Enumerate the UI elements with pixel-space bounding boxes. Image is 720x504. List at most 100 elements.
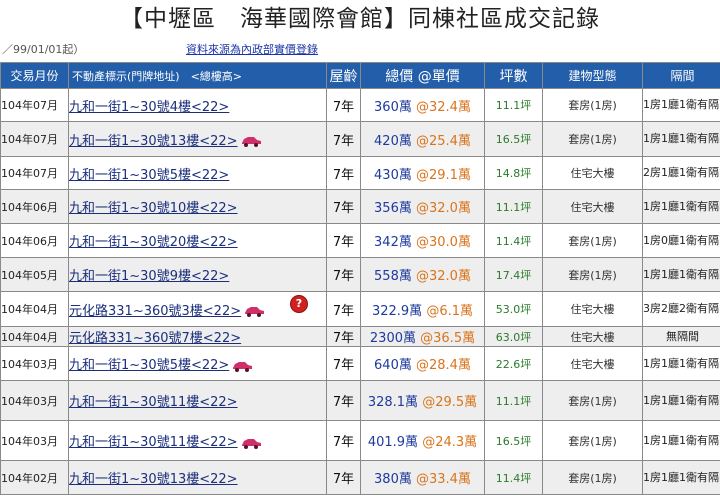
- table-row: 104年04月 元化路331~360號3樓<22>? 7年 322.9萬 @6.1萬 5…: [0, 291, 720, 327]
- total-price: 342萬: [374, 235, 412, 250]
- col-type[interactable]: 建物型態: [542, 62, 643, 89]
- cell-address: 元化路331~360號3樓<22>?: [68, 291, 327, 327]
- cell-building-type: 住宅大樓: [542, 291, 643, 327]
- cell-age: 7年: [326, 380, 361, 421]
- col-date[interactable]: 交易月份: [0, 62, 69, 89]
- cell-date: 104年06月: [0, 189, 69, 224]
- table-row: 104年03月 九和一街1~30號11樓<22> 7年 328.1萬 @29.5萬 11…: [0, 380, 720, 421]
- cell-date: 104年03月: [0, 420, 69, 461]
- cell-ping: 11.1坪: [484, 88, 543, 122]
- car-icon[interactable]: [240, 135, 262, 147]
- table-row: 104年07月 九和一街1~30號5樓<22> 7年 430萬 @29.1萬 14.8坪…: [0, 156, 720, 190]
- cell-ping: 11.4坪: [484, 460, 543, 495]
- table-row: 104年04月 元化路331~360號7樓<22> 7年 2300萬 @36.5萬 63…: [0, 326, 720, 347]
- address-link[interactable]: 九和一街1~30號10樓<22>: [70, 201, 238, 216]
- cell-age: 7年: [326, 223, 361, 258]
- table-row: 104年07月 九和一街1~30號4樓<22> 7年 360萬 @32.4萬 11.1坪…: [0, 88, 720, 122]
- unit-price: @6.1萬: [426, 303, 474, 319]
- unit-price: @24.3萬: [422, 435, 478, 450]
- cell-date: 104年07月: [0, 88, 69, 122]
- cell-date: 104年06月: [0, 223, 69, 258]
- cell-layout: 1房1廳1衛有隔間: [642, 189, 720, 224]
- address-link[interactable]: 九和一街1~30號5樓<22>: [70, 358, 230, 373]
- cell-building-type: 住宅大樓: [542, 189, 643, 224]
- table-row: 104年07月 九和一街1~30號13樓<22> 7年 420萬 @25.4萬 16.5…: [0, 121, 720, 157]
- total-price: 380萬: [374, 472, 412, 487]
- address-link[interactable]: 九和一街1~30號13樓<22>: [70, 472, 238, 487]
- cell-ping: 14.8坪: [484, 156, 543, 190]
- cell-age: 7年: [326, 460, 361, 495]
- unit-price: @36.5萬: [420, 331, 476, 346]
- cell-price: 322.9萬 @6.1萬: [360, 291, 485, 327]
- cell-ping: 11.4坪: [484, 223, 543, 258]
- address-link[interactable]: 九和一街1~30號13樓<22>: [70, 134, 238, 149]
- cell-date: 104年04月: [0, 291, 69, 327]
- col-age[interactable]: 屋齡: [326, 62, 361, 89]
- cell-price: 356萬 @32.0萬: [360, 189, 485, 224]
- cell-layout: 1房1廳1衛有隔間: [642, 88, 720, 122]
- address-link[interactable]: 九和一街1~30號20樓<22>: [70, 235, 238, 250]
- cell-layout: 1房1廳1衛有隔間: [642, 346, 720, 381]
- cell-building-type: 套房(1房): [542, 460, 643, 495]
- cell-address: 九和一街1~30號11樓<22>: [68, 420, 327, 461]
- total-price: 420萬: [374, 133, 412, 149]
- cell-age: 7年: [326, 189, 361, 224]
- cell-address: 九和一街1~30號13樓<22>: [68, 121, 327, 157]
- cell-ping: 22.6坪: [484, 346, 543, 381]
- cell-date: 104年07月: [0, 156, 69, 190]
- unit-price: @29.1萬: [416, 167, 471, 183]
- unit-price: @25.4萬: [416, 133, 471, 149]
- cell-address: 九和一街1~30號4樓<22>: [68, 88, 327, 122]
- car-icon[interactable]: [231, 360, 253, 372]
- car-icon[interactable]: [243, 305, 265, 317]
- cell-building-type: 套房(1房): [542, 223, 643, 258]
- cell-address: 九和一街1~30號5樓<22>: [68, 156, 327, 190]
- cell-layout: 3房2廳2衛有隔間: [642, 291, 720, 327]
- cell-building-type: 套房(1房): [542, 88, 643, 122]
- address-link[interactable]: 九和一街1~30號4樓<22>: [70, 100, 230, 115]
- cell-ping: 17.4坪: [484, 257, 543, 292]
- cell-price: 360萬 @32.4萬: [360, 88, 485, 122]
- question-icon[interactable]: ?: [290, 295, 308, 313]
- unit-price: @32.0萬: [416, 269, 471, 284]
- cell-date: 104年05月: [0, 257, 69, 292]
- cell-price: 430萬 @29.1萬: [360, 156, 485, 190]
- total-price: 430萬: [374, 167, 412, 183]
- car-icon[interactable]: [240, 437, 262, 449]
- cell-price: 640萬 @28.4萬: [360, 346, 485, 381]
- total-price: 356萬: [374, 201, 412, 216]
- cell-age: 7年: [326, 346, 361, 381]
- address-link[interactable]: 九和一街1~30號11樓<22>: [70, 435, 238, 450]
- cell-layout: 無隔間: [642, 326, 720, 347]
- unit-price: @32.0萬: [416, 201, 471, 216]
- total-price: 558萬: [374, 269, 412, 284]
- address-link[interactable]: 九和一街1~30號9樓<22>: [70, 269, 230, 284]
- table-row: 104年03月 九和一街1~30號11樓<22> 7年 401.9萬 @24.3萬 16…: [0, 420, 720, 461]
- col-rooms[interactable]: 隔間: [642, 62, 720, 89]
- address-link[interactable]: 九和一街1~30號5樓<22>: [70, 168, 230, 183]
- total-price: 322.9萬: [371, 303, 423, 319]
- unit-price: @28.4萬: [416, 358, 471, 373]
- cell-date: 104年04月: [0, 326, 69, 347]
- cell-address: 九和一街1~30號9樓<22>: [68, 257, 327, 292]
- address-link[interactable]: 元化路331~360號7樓<22>: [70, 331, 242, 346]
- data-source-link[interactable]: 資料來源為內政部實價登錄: [186, 42, 318, 58]
- col-address[interactable]: 不動產標示(門牌地址) <總樓高>: [68, 62, 327, 89]
- cell-age: 7年: [326, 88, 361, 122]
- cell-date: 104年03月: [0, 346, 69, 381]
- transactions-table: 交易月份 不動產標示(門牌地址) <總樓高> 屋齡 總價 @單價 坪數 建物型態…: [0, 62, 720, 495]
- cell-price: 2300萬 @36.5萬: [360, 326, 485, 347]
- cell-age: 7年: [326, 121, 361, 157]
- cell-price: 401.9萬 @24.3萬: [360, 420, 485, 461]
- col-ping[interactable]: 坪數: [484, 62, 543, 89]
- cell-layout: 1房1廳1衛有隔間: [642, 257, 720, 292]
- address-link[interactable]: 九和一街1~30號11樓<22>: [70, 395, 238, 410]
- table-row: 104年06月 九和一街1~30號20樓<22> 7年 342萬 @30.0萬 11.4…: [0, 223, 720, 258]
- cell-address: 九和一街1~30號13樓<22>: [68, 460, 327, 495]
- address-link[interactable]: 元化路331~360號3樓<22>: [70, 304, 242, 319]
- col-price[interactable]: 總價 @單價: [360, 62, 485, 89]
- cell-ping: 16.5坪: [484, 121, 543, 157]
- cell-address: 九和一街1~30號20樓<22>: [68, 223, 327, 258]
- cell-layout: 2房1廳1衛有隔間: [642, 156, 720, 190]
- table-row: 104年03月 九和一街1~30號5樓<22> 7年 640萬 @28.4萬 22.6坪…: [0, 346, 720, 381]
